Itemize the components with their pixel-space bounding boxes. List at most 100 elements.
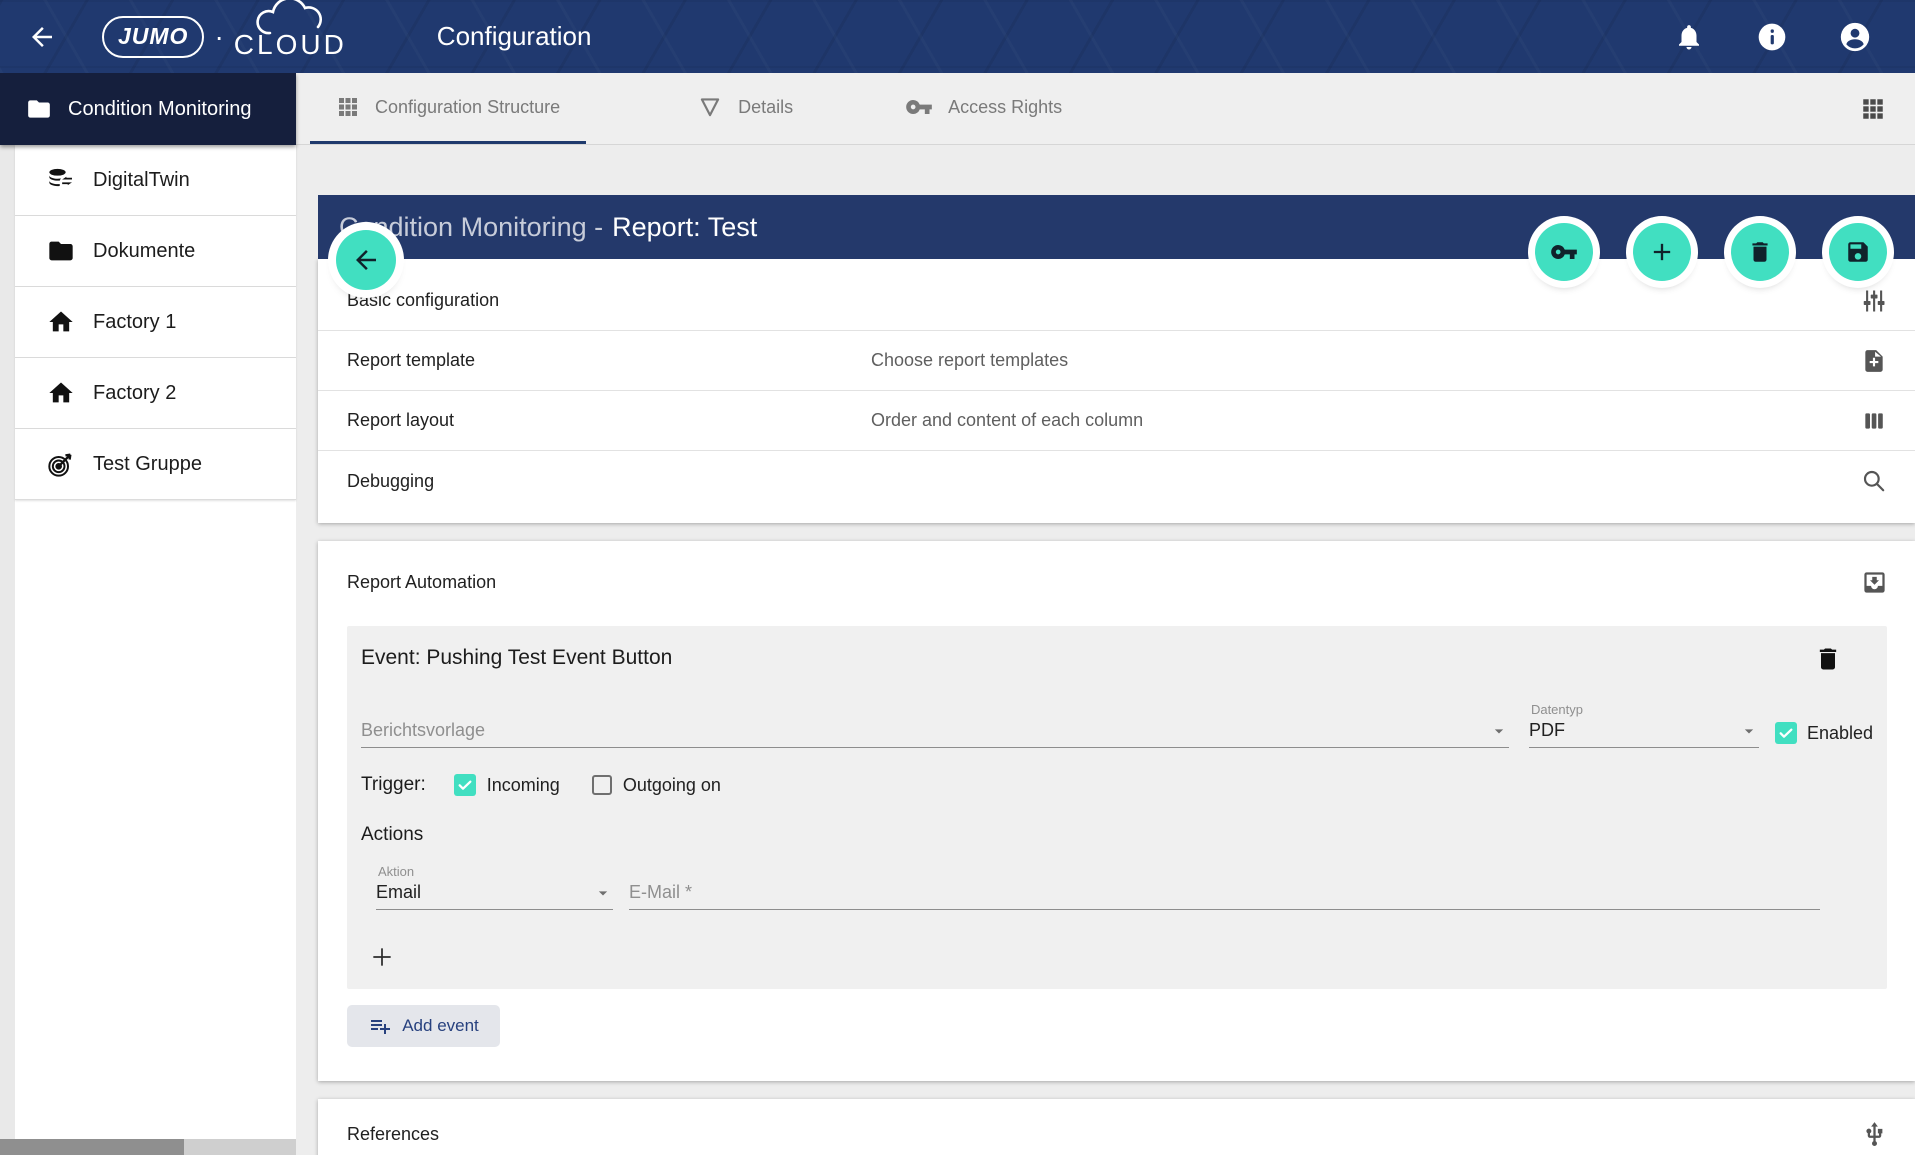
target-icon xyxy=(47,450,75,478)
tab-bar: Configuration Structure Details Access R… xyxy=(296,73,1915,145)
sidebar-item-factory-2[interactable]: Factory 2 xyxy=(15,358,296,429)
trigger-label: Trigger: xyxy=(361,774,426,796)
sidebar-item-factory-1[interactable]: Factory 1 xyxy=(15,287,296,358)
section-title: Report Automation xyxy=(347,572,496,593)
detail-title-main: Report: Test xyxy=(612,212,757,243)
detail-content: Condition Monitoring - Report: Test xyxy=(296,195,1915,1155)
select-value: Email xyxy=(376,882,421,903)
report-automation-card: Report Automation Event: Pushing Test Ev… xyxy=(318,541,1915,1081)
sidebar-item-label: Test Gruppe xyxy=(93,453,202,476)
sidebar-item-test-gruppe[interactable]: Test Gruppe xyxy=(15,429,296,500)
app-header: JUMO · CLOUD Configuration xyxy=(0,0,1915,73)
row-label: Report layout xyxy=(318,410,871,431)
row-report-template[interactable]: Report template Choose report templates xyxy=(318,331,1915,391)
basic-configuration-card: Basic configuration Report template Choo… xyxy=(318,259,1915,523)
row-value: Choose report templates xyxy=(871,350,1068,371)
select-label: Datentyp xyxy=(1529,702,1759,717)
note-add-icon xyxy=(1859,346,1889,376)
add-event-label: Add event xyxy=(402,1016,479,1036)
tab-label: Access Rights xyxy=(948,97,1062,118)
references-card[interactable]: References xyxy=(318,1099,1915,1155)
bell-icon xyxy=(1674,22,1704,52)
save-fab[interactable] xyxy=(1829,223,1887,281)
jumo-cloud-app: JUMO · CLOUD Configuration xyxy=(0,0,1915,1155)
sidebar-item-label: Condition Monitoring xyxy=(68,98,251,121)
delete-event-button[interactable] xyxy=(1811,642,1845,676)
action-form-row: Aktion Email E-Mail * xyxy=(376,864,1873,910)
save-icon xyxy=(1845,239,1871,265)
chevron-down-icon xyxy=(1739,721,1759,741)
grid-icon xyxy=(336,95,360,119)
action-select[interactable]: Aktion Email xyxy=(376,864,613,910)
datatype-select[interactable]: Datentyp PDF xyxy=(1529,702,1759,748)
tab-configuration-structure[interactable]: Configuration Structure xyxy=(310,73,586,144)
row-value: Order and content of each column xyxy=(871,410,1143,431)
email-input[interactable]: E-Mail * xyxy=(629,882,1820,910)
account-button[interactable] xyxy=(1837,19,1873,55)
header-back-button[interactable] xyxy=(22,17,62,57)
search-icon xyxy=(1859,466,1889,496)
detail-title: Condition Monitoring - Report: Test xyxy=(339,212,757,243)
folder-icon xyxy=(26,96,52,122)
input-placeholder: E-Mail * xyxy=(629,882,692,903)
checkbox-label: Enabled xyxy=(1807,723,1873,744)
access-key-fab[interactable] xyxy=(1535,223,1593,281)
scrollbar-thumb[interactable] xyxy=(0,1139,184,1155)
playlist-add-icon xyxy=(368,1014,392,1038)
sidebar-horizontal-scrollbar[interactable] xyxy=(0,1139,296,1155)
actions-title: Actions xyxy=(361,824,1873,846)
sidebar-item-label: DigitalTwin xyxy=(93,169,190,192)
row-report-layout[interactable]: Report layout Order and content of each … xyxy=(318,391,1915,451)
plus-icon xyxy=(1648,238,1676,266)
enabled-checkbox[interactable]: Enabled xyxy=(1775,722,1873,748)
select-placeholder: Berichtsvorlage xyxy=(361,720,485,741)
report-template-select[interactable]: Berichtsvorlage xyxy=(361,720,1509,748)
event-form-row: Berichtsvorlage Datentyp PDF xyxy=(361,702,1873,748)
row-label: Report template xyxy=(318,350,871,371)
tab-label: Details xyxy=(738,97,793,118)
add-fab[interactable] xyxy=(1633,223,1691,281)
move-to-inbox-icon[interactable] xyxy=(1859,567,1889,597)
checkbox-label: Incoming xyxy=(487,775,560,796)
row-label: Basic configuration xyxy=(318,290,871,311)
row-debugging[interactable]: Debugging xyxy=(318,451,1915,511)
add-action-button[interactable] xyxy=(365,940,399,974)
info-button[interactable] xyxy=(1754,19,1790,55)
apps-grid-icon xyxy=(1860,96,1886,122)
sidebar-item-digitaltwin[interactable]: DigitalTwin xyxy=(15,145,296,216)
checkbox-checked-icon xyxy=(454,774,476,796)
main-area: Configuration Structure Details Access R… xyxy=(296,73,1915,1155)
detail-header-bar: Condition Monitoring - Report: Test xyxy=(318,195,1915,259)
usb-icon xyxy=(1859,1119,1889,1149)
detail-fab-actions xyxy=(1535,223,1887,281)
home-icon xyxy=(47,379,75,407)
apps-grid-button[interactable] xyxy=(1857,93,1889,125)
key-icon xyxy=(905,93,933,121)
sidebar-children: DigitalTwin Dokumente Factory 1 Factory … xyxy=(15,145,296,1139)
arrow-left-icon xyxy=(351,245,381,275)
chevron-down-icon xyxy=(593,883,613,903)
cloud-outline-icon xyxy=(248,0,344,41)
sidebar-item-dokumente[interactable]: Dokumente xyxy=(15,216,296,287)
add-event-button[interactable]: Add event xyxy=(347,1005,500,1047)
back-fab-button[interactable] xyxy=(336,230,396,290)
tab-details[interactable]: Details xyxy=(671,73,819,144)
cloud-logo: CLOUD xyxy=(234,13,347,61)
tune-icon xyxy=(1859,286,1889,316)
trigger-incoming-checkbox[interactable]: Incoming xyxy=(454,774,560,796)
info-icon xyxy=(1756,21,1788,53)
section-gap xyxy=(296,1081,1915,1099)
row-label: Debugging xyxy=(318,471,871,492)
checkbox-checked-icon xyxy=(1775,722,1797,744)
event-title: Event: Pushing Test Event Button xyxy=(361,646,1873,670)
trigger-outgoing-checkbox[interactable]: Outgoing on xyxy=(592,775,721,796)
sidebar-item-condition-monitoring[interactable]: Condition Monitoring xyxy=(0,73,296,145)
plus-icon xyxy=(369,944,395,970)
notifications-button[interactable] xyxy=(1671,19,1707,55)
select-label: Aktion xyxy=(376,864,613,879)
chevron-down-icon xyxy=(1489,721,1509,741)
tab-access-rights[interactable]: Access Rights xyxy=(879,73,1088,144)
delete-fab[interactable] xyxy=(1731,223,1789,281)
jumo-logo-badge: JUMO xyxy=(102,16,204,58)
page-title: Configuration xyxy=(437,21,592,52)
